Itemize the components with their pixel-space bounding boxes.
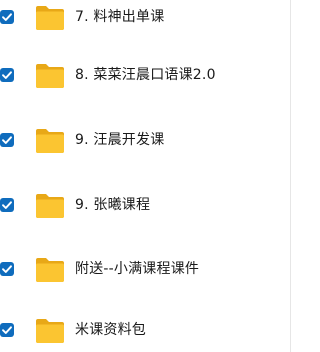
folder-icon	[36, 64, 64, 88]
checkmark-icon	[2, 13, 12, 21]
list-item[interactable]: 8. 菜菜汪晨口语课2.0	[0, 56, 288, 96]
checkbox[interactable]	[0, 198, 14, 212]
checkbox[interactable]	[0, 133, 14, 147]
file-list: 7. 料神出单课 8. 菜菜汪晨口语课2.0 9. 汪晨开发课 9. 张曦课程 …	[0, 0, 297, 352]
checkmark-icon	[2, 326, 12, 334]
item-name: 附送--小满课程课件	[75, 261, 200, 277]
list-item[interactable]: 9. 汪晨开发课	[0, 121, 288, 161]
checkmark-icon	[2, 201, 12, 209]
folder-icon	[36, 194, 64, 218]
list-item[interactable]: 7. 料神出单课	[0, 0, 288, 38]
checkbox[interactable]	[0, 68, 14, 82]
item-name: 8. 菜菜汪晨口语课2.0	[75, 67, 216, 83]
folder-icon	[36, 129, 64, 153]
item-name: 米课资料包	[75, 322, 146, 338]
list-item[interactable]: 9. 张曦课程	[0, 186, 288, 226]
item-name: 9. 汪晨开发课	[75, 132, 165, 148]
folder-icon	[36, 6, 64, 30]
checkbox[interactable]	[0, 323, 14, 337]
list-item[interactable]: 米课资料包	[0, 311, 288, 351]
item-name: 7. 料神出单课	[75, 9, 165, 25]
checkmark-icon	[2, 71, 12, 79]
folder-icon	[36, 319, 64, 343]
checkmark-icon	[2, 265, 12, 273]
list-item[interactable]: 附送--小满课程课件	[0, 250, 288, 290]
checkbox[interactable]	[0, 262, 14, 276]
item-name: 9. 张曦课程	[75, 197, 151, 213]
checkmark-icon	[2, 136, 12, 144]
checkbox[interactable]	[0, 10, 14, 24]
folder-icon	[36, 258, 64, 282]
pane-divider	[290, 0, 291, 352]
